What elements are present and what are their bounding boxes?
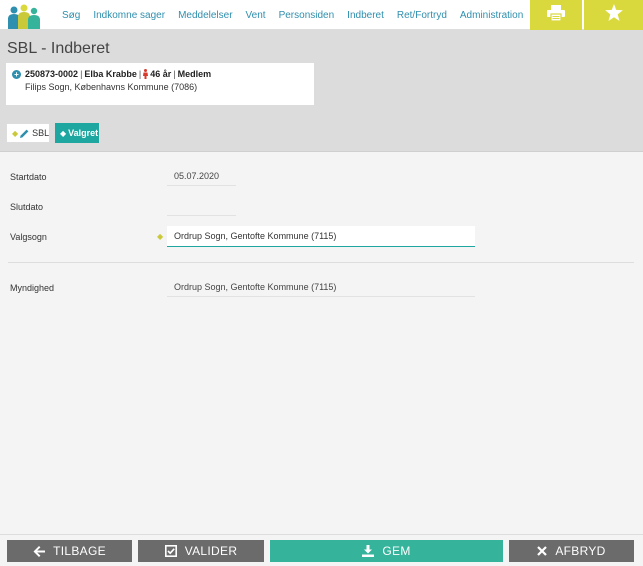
- myndighed-label: Myndighed: [10, 283, 55, 293]
- arrow-left-icon: [33, 545, 46, 557]
- printer-icon: [547, 4, 565, 26]
- checkbox-icon: [164, 545, 177, 557]
- separator: |: [80, 69, 83, 79]
- nav-item-indkomne-sager[interactable]: Indkomne sager: [93, 10, 165, 21]
- person-name: Elba Krabbe: [84, 69, 137, 79]
- valgret-tab-label: Valgret: [68, 128, 99, 138]
- required-diamond-icon: ◆: [157, 232, 164, 241]
- diamond-icon: ◆: [12, 128, 19, 138]
- nav-item-ret-fortryd[interactable]: Ret/Fortryd: [397, 10, 447, 21]
- page-title: SBL - Indberet: [7, 40, 110, 57]
- separator: |: [173, 69, 176, 79]
- print-button[interactable]: [530, 0, 582, 30]
- separator: |: [138, 69, 142, 79]
- people-logo-icon[interactable]: [6, 3, 42, 29]
- valgsogn-input[interactable]: Ordrup Sogn, Gentofte Kommune (7115): [167, 226, 475, 247]
- nav-item-vent[interactable]: Vent: [246, 10, 266, 21]
- save-button[interactable]: GEM: [270, 540, 503, 562]
- person-id: 250873-0002: [25, 69, 79, 79]
- star-icon: [604, 4, 623, 26]
- top-navigation-bar: Søg Indkomne sager Meddelelser Vent Pers…: [0, 0, 643, 30]
- person-age: 46 år: [150, 69, 172, 79]
- page-header: SBL - Indberet + 250873-0002 | Elba Krab…: [0, 30, 643, 152]
- nav-item-meddelelser[interactable]: Meddelelser: [178, 10, 232, 21]
- valgret-tab[interactable]: ◆ Valgret: [55, 123, 99, 143]
- pencil-icon: [20, 129, 29, 138]
- close-icon: [537, 546, 548, 556]
- startdato-field[interactable]: 05.07.2020: [167, 166, 236, 186]
- download-icon: [362, 545, 375, 557]
- nav-item-sog[interactable]: Søg: [62, 10, 80, 21]
- cancel-button-label: AFBRYD: [555, 544, 606, 558]
- main-nav: Søg Indkomne sager Meddelelser Vent Pers…: [62, 0, 536, 30]
- female-icon: [143, 69, 149, 79]
- sbl-tab-label: SBL: [32, 128, 50, 138]
- action-bar: TILBAGE VALIDER GEM AFBRYD: [0, 534, 643, 566]
- person-summary: + 250873-0002 | Elba Krabbe | 46 år | Me…: [12, 69, 308, 79]
- diamond-icon: ◆: [60, 128, 67, 138]
- person-card: + 250873-0002 | Elba Krabbe | 46 år | Me…: [6, 63, 314, 105]
- myndighed-field: Ordrup Sogn, Gentofte Kommune (7115): [167, 277, 475, 297]
- nav-item-administration[interactable]: Administration: [460, 10, 523, 21]
- slutdato-field[interactable]: [167, 196, 236, 216]
- validate-button-label: VALIDER: [184, 544, 238, 558]
- nav-item-personsiden[interactable]: Personsiden: [279, 10, 335, 21]
- slutdato-label: Slutdato: [10, 202, 44, 212]
- sbl-tab[interactable]: ◆ SBL: [6, 123, 50, 143]
- valgsogn-label: Valgsogn: [10, 232, 47, 242]
- cancel-button[interactable]: AFBRYD: [509, 540, 634, 562]
- back-button-label: TILBAGE: [53, 544, 106, 558]
- form-divider: [8, 262, 634, 263]
- person-address: Filips Sogn, Københavns Kommune (7086): [25, 82, 198, 92]
- validate-button[interactable]: VALIDER: [138, 540, 264, 562]
- person-status: Medlem: [177, 69, 212, 79]
- nav-item-indberet[interactable]: Indberet: [347, 10, 384, 21]
- save-button-label: GEM: [382, 544, 411, 558]
- favorite-button[interactable]: [584, 0, 643, 30]
- expand-plus-icon[interactable]: +: [12, 69, 21, 79]
- startdato-label: Startdato: [10, 172, 47, 182]
- back-button[interactable]: TILBAGE: [7, 540, 132, 562]
